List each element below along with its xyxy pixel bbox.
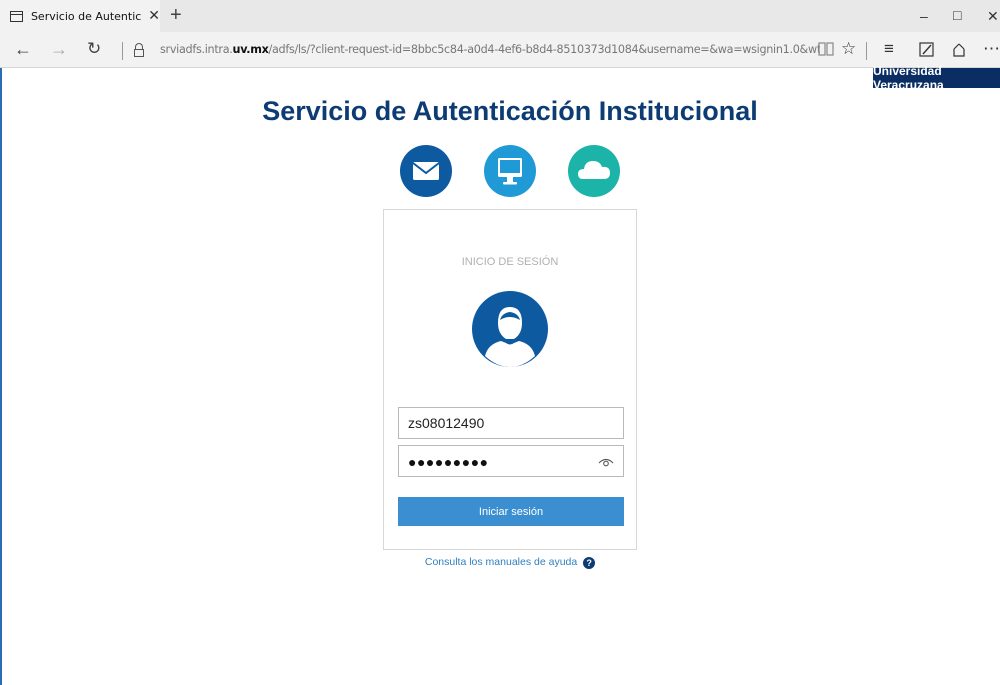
password-field[interactable]: ●●●●●●●●● [398, 445, 624, 477]
cloud-icon [568, 145, 620, 197]
desktop-icon [484, 145, 536, 197]
help-question-icon[interactable]: ? [583, 557, 596, 569]
refresh-icon[interactable]: ↻ [87, 40, 101, 58]
toolbar-separator [866, 42, 867, 60]
mail-icon [400, 145, 452, 197]
minimize-icon[interactable]: – [920, 8, 928, 24]
username-input[interactable] [399, 408, 623, 438]
favorite-star-icon[interactable]: ☆ [841, 40, 856, 58]
close-window-icon[interactable]: ✕ [987, 8, 999, 25]
help-row: Consulta los manuales de ayuda ? [0, 556, 1000, 569]
maximize-icon[interactable]: □ [953, 7, 961, 23]
username-field[interactable] [398, 407, 624, 439]
new-tab-button[interactable]: + [170, 5, 182, 25]
toolbar-separator [122, 42, 123, 60]
login-button[interactable]: Iniciar sesión [398, 497, 624, 526]
tab-strip: Servicio de Autenticació ✕ + – □ ✕ [0, 0, 1000, 32]
url-field[interactable]: srviadfs.intra.uv.mx/adfs/ls/?client-req… [160, 43, 820, 56]
lock-icon[interactable] [134, 43, 144, 57]
password-mask: ●●●●●●●●● [408, 454, 489, 470]
university-badge: Universidad Veracruzana [873, 64, 1000, 92]
browser-tab[interactable]: Servicio de Autenticació ✕ [0, 0, 160, 32]
more-icon[interactable]: ⋯ [983, 40, 1000, 58]
login-heading: INICIO DE SESIÓN [461, 256, 559, 268]
forward-arrow-icon[interactable]: → [50, 40, 68, 58]
back-arrow-icon[interactable]: ← [14, 40, 32, 58]
web-note-icon[interactable] [919, 42, 935, 62]
help-manuals-link[interactable]: Consulta los manuales de ayuda [425, 556, 577, 568]
share-icon[interactable] [951, 42, 967, 62]
show-password-eye-icon[interactable] [598, 455, 614, 467]
hub-icon[interactable]: ≡ [884, 40, 894, 58]
reading-view-icon[interactable] [818, 42, 834, 60]
tab-close-button[interactable]: ✕ [148, 8, 160, 24]
tab-title: Servicio de Autenticació [30, 9, 142, 23]
login-card: INICIO DE SESIÓN ●●●●●●●●● Iniciar sesió… [383, 209, 637, 550]
tab-page-icon [10, 10, 23, 22]
address-bar: ← → ↻ srviadfs.intra.uv.mx/adfs/ls/?clie… [0, 32, 1000, 68]
page-left-border [0, 68, 2, 685]
page-title: Servicio de Autenticación Institucional [262, 96, 758, 126]
user-avatar-icon [471, 290, 549, 368]
